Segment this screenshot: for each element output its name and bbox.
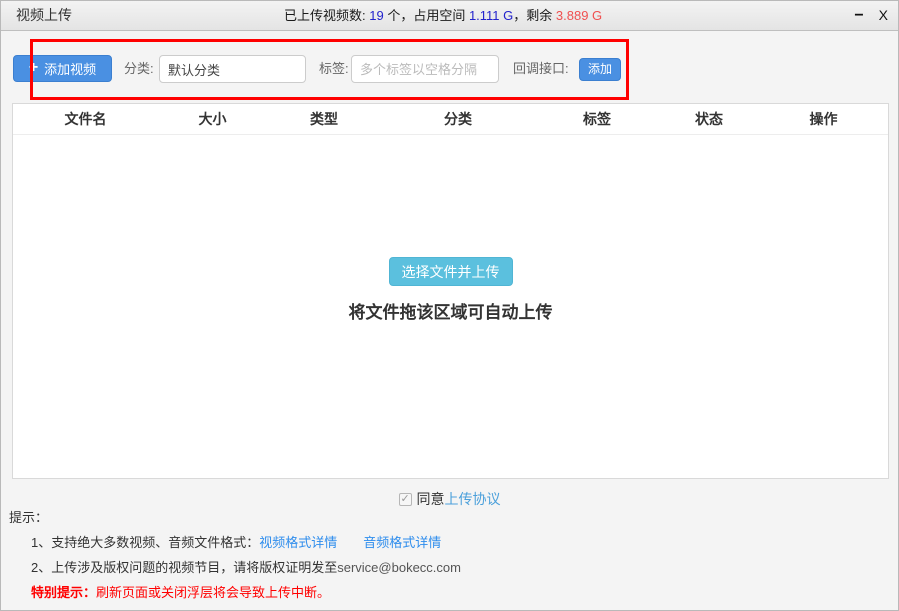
category-label: 分类:	[124, 55, 154, 83]
category-input[interactable]	[159, 55, 306, 83]
column-header-operation: 操作	[759, 109, 888, 129]
close-icon[interactable]: X	[879, 1, 888, 30]
stats-mid2: ，剩余	[513, 8, 556, 23]
column-header-tags: 标签	[535, 109, 659, 129]
tip-line-copyright: 2、上传涉及版权问题的视频节目，请将版权证明发至service@bokecc.c…	[9, 555, 461, 580]
table-header-row: 文件名 大小 类型 分类 标签 状态 操作	[13, 104, 888, 135]
column-header-filename: 文件名	[13, 109, 158, 129]
video-upload-window: 视频上传 已上传视频数: 19 个，占用空间 1.111 G，剩余 3.889 …	[0, 0, 899, 611]
video-format-details-link[interactable]: 视频格式详情	[259, 535, 337, 550]
stats-remaining-space: 3.889 G	[556, 8, 602, 23]
column-header-status: 状态	[659, 109, 759, 129]
copyright-email: service@bokecc.com	[337, 560, 461, 575]
tip1-text: 1、支持绝大多数视频、音频文件格式：	[31, 535, 259, 550]
titlebar: 视频上传 已上传视频数: 19 个，占用空间 1.111 G，剩余 3.889 …	[1, 1, 898, 31]
file-drop-zone[interactable]: 选择文件并上传 将文件拖该区域可自动上传	[13, 135, 888, 323]
tip2-text: 2、上传涉及版权问题的视频节目，请将版权证明发至	[31, 560, 337, 575]
stats-count: 19	[369, 8, 383, 23]
callback-label: 回调接口:	[513, 55, 569, 83]
callback-add-button[interactable]: 添加	[579, 58, 621, 81]
column-header-category: 分类	[381, 109, 535, 129]
tags-input[interactable]	[351, 55, 499, 83]
upload-stats: 已上传视频数: 19 个，占用空间 1.111 G，剩余 3.889 G	[284, 1, 602, 30]
tip-line-warning: 特别提示：刷新页面或关闭浮层将会导致上传中断。	[9, 580, 461, 605]
stats-mid1: 个，占用空间	[384, 8, 469, 23]
stats-prefix: 已上传视频数:	[284, 8, 369, 23]
audio-format-details-link[interactable]: 音频格式详情	[363, 535, 441, 550]
tip-line-formats: 1、支持绝大多数视频、音频文件格式：视频格式详情 音频格式详情	[9, 530, 461, 555]
warning-text: 刷新页面或关闭浮层将会导致上传中断。	[96, 585, 330, 600]
window-controls: − X	[854, 1, 888, 30]
stats-used-space: 1.111 G	[469, 8, 513, 23]
file-table-panel: 文件名 大小 类型 分类 标签 状态 操作 选择文件并上传 将文件拖该区域可自动…	[12, 103, 889, 479]
toolbar: + 添加视频 分类: 标签: 回调接口: 添加	[1, 31, 898, 103]
tips-footer: 提示： 1、支持绝大多数视频、音频文件格式：视频格式详情 音频格式详情 2、上传涉…	[9, 505, 461, 605]
tips-title: 提示：	[9, 505, 461, 530]
add-video-button[interactable]: + 添加视频	[13, 55, 112, 82]
checkmark-icon: ✓	[401, 492, 410, 505]
drag-drop-hint: 将文件拖该区域可自动上传	[13, 298, 888, 323]
plus-icon: +	[29, 60, 38, 76]
minimize-icon[interactable]: −	[854, 1, 863, 30]
select-files-button[interactable]: 选择文件并上传	[389, 257, 513, 286]
warning-prefix: 特别提示：	[31, 585, 96, 600]
add-video-label: 添加视频	[44, 59, 96, 78]
window-title: 视频上传	[16, 1, 72, 30]
column-header-size: 大小	[158, 109, 267, 129]
tags-label: 标签:	[319, 55, 349, 83]
column-header-type: 类型	[267, 109, 381, 129]
